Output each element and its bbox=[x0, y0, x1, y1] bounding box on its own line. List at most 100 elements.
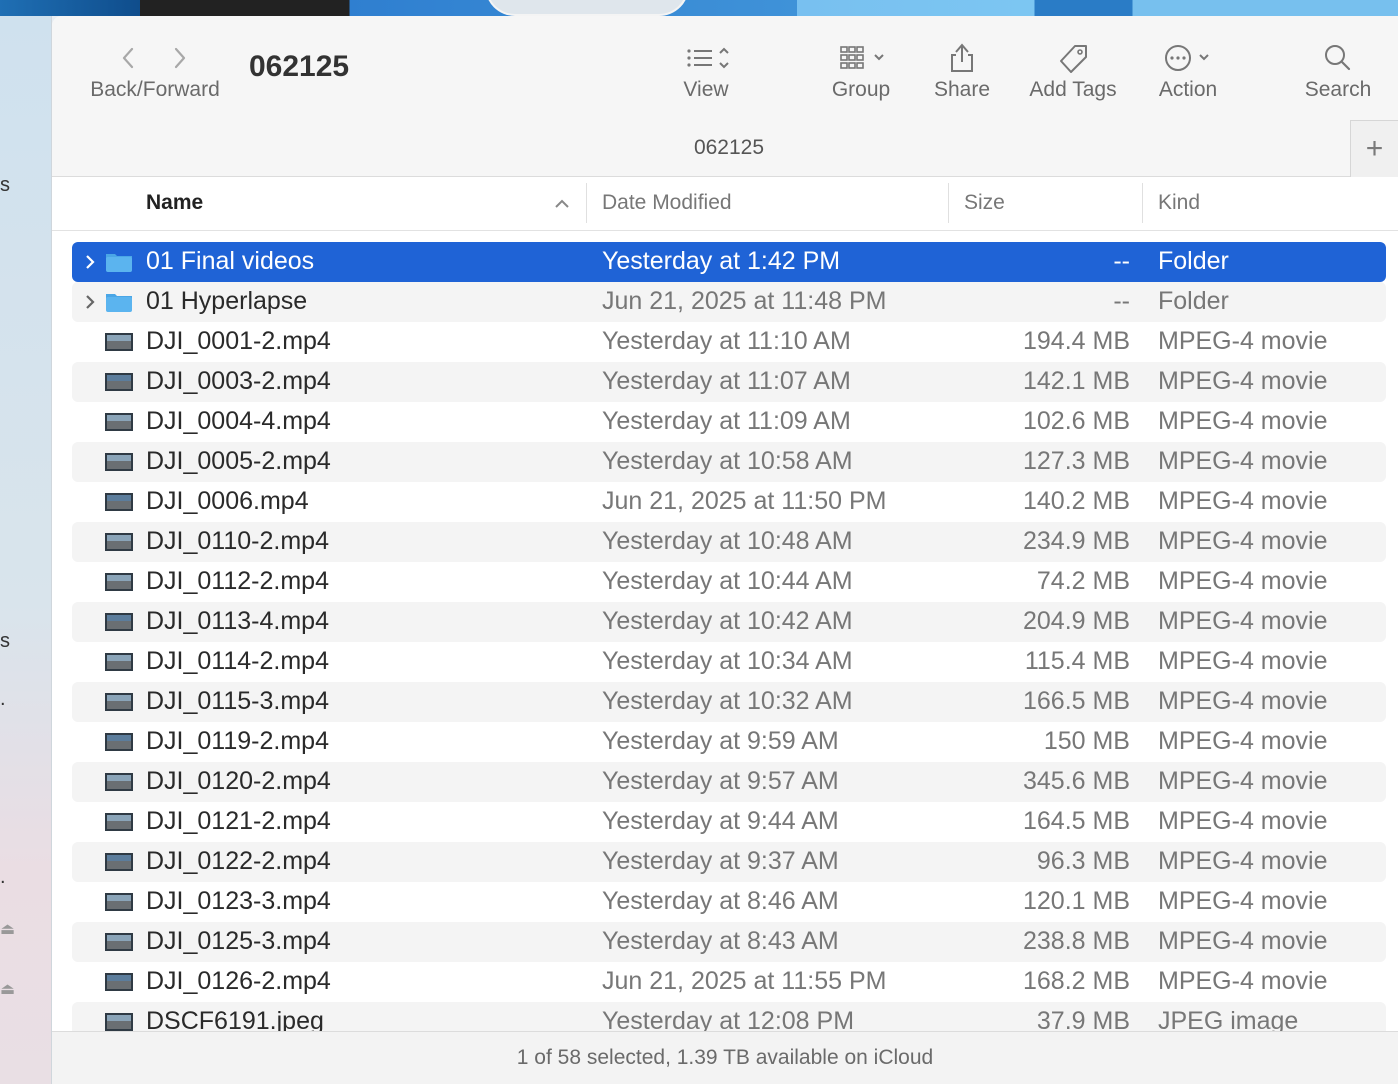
file-row[interactable]: DJI_0113-4.mp4 Yesterday at 10:42 AM 204.9… bbox=[72, 602, 1386, 642]
file-kind: MPEG-4 movie bbox=[1158, 447, 1328, 475]
column-header-date-modified[interactable]: Date Modified bbox=[602, 191, 732, 215]
file-row[interactable]: DJI_0003-2.mp4 Yesterday at 11:07 AM 142.1… bbox=[72, 362, 1386, 402]
file-kind: MPEG-4 movie bbox=[1158, 807, 1328, 835]
folder-row[interactable]: 01 Final videos Yesterday at 1:42 PM -- Fol… bbox=[72, 242, 1386, 282]
sidebar: s s . . ⏏ ⏏ bbox=[0, 16, 52, 1084]
file-name: DJI_0001-2.mp4 bbox=[146, 327, 331, 355]
video-thumbnail-icon bbox=[105, 333, 133, 351]
file-row[interactable]: DJI_0110-2.mp4 Yesterday at 10:48 AM 234.9… bbox=[72, 522, 1386, 562]
file-row[interactable]: DJI_0005-2.mp4 Yesterday at 10:58 AM 127.3… bbox=[72, 442, 1386, 482]
share-button[interactable]: Share bbox=[922, 38, 1002, 102]
file-size: 204.9 MB bbox=[1022, 607, 1130, 635]
column-divider[interactable] bbox=[1142, 183, 1143, 223]
sort-ascending-icon[interactable] bbox=[554, 197, 570, 209]
file-kind: MPEG-4 movie bbox=[1158, 367, 1328, 395]
file-row[interactable]: DJI_0122-2.mp4 Yesterday at 9:37 AM 96.3 M… bbox=[72, 842, 1386, 882]
add-tags-button[interactable]: Add Tags bbox=[1020, 38, 1126, 102]
file-date-modified: Yesterday at 10:34 AM bbox=[602, 647, 853, 675]
file-row[interactable]: DJI_0004-4.mp4 Yesterday at 11:09 AM 102.6… bbox=[72, 402, 1386, 442]
file-kind: MPEG-4 movie bbox=[1158, 727, 1328, 755]
file-row[interactable]: DJI_0112-2.mp4 Yesterday at 10:44 AM 74.2 … bbox=[72, 562, 1386, 602]
file-row[interactable]: DJI_0126-2.mp4 Jun 21, 2025 at 11:55 PM 16… bbox=[72, 962, 1386, 1002]
chevron-back-forward-icon bbox=[122, 47, 186, 69]
file-kind: Folder bbox=[1158, 287, 1229, 315]
file-date-modified: Yesterday at 9:57 AM bbox=[602, 767, 839, 795]
file-date-modified: Yesterday at 10:32 AM bbox=[602, 687, 853, 715]
folder-row[interactable]: 01 Hyperlapse Jun 21, 2025 at 11:48 PM -- F… bbox=[72, 282, 1386, 322]
file-kind: MPEG-4 movie bbox=[1158, 847, 1328, 875]
folder-icon bbox=[106, 294, 132, 312]
file-date-modified: Yesterday at 10:58 AM bbox=[602, 447, 853, 475]
file-row[interactable]: DJI_0006.mp4 Jun 21, 2025 at 11:50 PM 140.… bbox=[72, 482, 1386, 522]
back-forward-label: Back/Forward bbox=[90, 78, 220, 101]
file-name: DJI_0120-2.mp4 bbox=[146, 767, 331, 795]
file-name: DJI_0004-4.mp4 bbox=[146, 407, 331, 435]
file-row[interactable]: DJI_0119-2.mp4 Yesterday at 9:59 AM 150 MB… bbox=[72, 722, 1386, 762]
column-header: Name Date Modified Size Kind bbox=[52, 177, 1398, 231]
share-icon bbox=[951, 43, 973, 72]
group-grid-icon bbox=[840, 46, 884, 69]
file-name: DJI_0115-3.mp4 bbox=[146, 687, 329, 715]
file-row[interactable]: DJI_0115-3.mp4 Yesterday at 10:32 AM 166.5… bbox=[72, 682, 1386, 722]
file-size: 96.3 MB bbox=[1036, 847, 1130, 875]
action-button[interactable]: Action bbox=[1148, 38, 1228, 102]
eject-icon[interactable]: ⏏ bbox=[0, 979, 15, 999]
file-date-modified: Yesterday at 11:09 AM bbox=[602, 407, 851, 435]
file-size: 168.2 MB bbox=[1022, 967, 1130, 995]
file-size: 127.3 MB bbox=[1022, 447, 1130, 475]
file-date-modified: Yesterday at 11:10 AM bbox=[602, 327, 851, 355]
file-row[interactable]: DJI_0114-2.mp4 Yesterday at 10:34 AM 115.4… bbox=[72, 642, 1386, 682]
video-thumbnail-icon bbox=[105, 413, 133, 431]
file-date-modified: Yesterday at 10:48 AM bbox=[602, 527, 853, 555]
file-name: DJI_0005-2.mp4 bbox=[146, 447, 331, 475]
finder-window: Back/Forward 062125 View Group Share Add… bbox=[52, 16, 1398, 1084]
column-header-size[interactable]: Size bbox=[964, 191, 1005, 215]
list-view-icon bbox=[687, 47, 729, 69]
file-date-modified: Yesterday at 10:42 AM bbox=[602, 607, 853, 635]
video-thumbnail-icon bbox=[105, 853, 133, 871]
file-name: DJI_0114-2.mp4 bbox=[146, 647, 329, 675]
back-forward-button[interactable]: Back/Forward bbox=[80, 38, 230, 102]
new-tab-button[interactable]: + bbox=[1350, 120, 1398, 177]
column-header-name[interactable]: Name bbox=[146, 191, 203, 215]
disclosure-chevron-icon[interactable] bbox=[80, 291, 100, 313]
file-date-modified: Yesterday at 10:44 AM bbox=[602, 567, 853, 595]
search-button[interactable]: Search bbox=[1298, 38, 1378, 102]
view-button[interactable]: View bbox=[666, 38, 746, 102]
file-date-modified: Jun 21, 2025 at 11:55 PM bbox=[602, 967, 887, 995]
video-thumbnail-icon bbox=[105, 813, 133, 831]
file-size: 150 MB bbox=[1043, 727, 1130, 755]
file-size: 120.1 MB bbox=[1022, 887, 1130, 915]
file-name: DJI_0119-2.mp4 bbox=[146, 727, 329, 755]
desktop-background bbox=[0, 0, 1398, 16]
folder-icon bbox=[106, 254, 132, 272]
file-row[interactable]: DJI_0121-2.mp4 Yesterday at 9:44 AM 164.5 … bbox=[72, 802, 1386, 842]
file-size: 194.4 MB bbox=[1022, 327, 1130, 355]
search-icon bbox=[1325, 45, 1351, 71]
file-size: 166.5 MB bbox=[1022, 687, 1130, 715]
file-row[interactable]: DJI_0120-2.mp4 Yesterday at 9:57 AM 345.6 … bbox=[72, 762, 1386, 802]
file-size: 140.2 MB bbox=[1022, 487, 1130, 515]
column-divider[interactable] bbox=[586, 183, 587, 223]
file-kind: MPEG-4 movie bbox=[1158, 327, 1328, 355]
action-label: Action bbox=[1158, 78, 1218, 101]
video-thumbnail-icon bbox=[105, 693, 133, 711]
toolbar: Back/Forward 062125 View Group Share Add… bbox=[52, 16, 1398, 177]
file-name: 01 Hyperlapse bbox=[146, 287, 308, 315]
video-thumbnail-icon bbox=[105, 933, 133, 951]
view-label: View bbox=[683, 78, 729, 101]
column-divider[interactable] bbox=[948, 183, 949, 223]
file-row[interactable]: DJI_0001-2.mp4 Yesterday at 11:10 AM 194.4… bbox=[72, 322, 1386, 362]
file-kind: MPEG-4 movie bbox=[1158, 487, 1328, 515]
disclosure-chevron-icon[interactable] bbox=[80, 251, 100, 273]
column-header-kind[interactable]: Kind bbox=[1158, 191, 1200, 215]
eject-icon[interactable]: ⏏ bbox=[0, 919, 15, 939]
file-row[interactable]: DJI_0125-3.mp4 Yesterday at 8:43 AM 238.8 … bbox=[72, 922, 1386, 962]
file-row[interactable]: DJI_0123-3.mp4 Yesterday at 8:46 AM 120.1 … bbox=[72, 882, 1386, 922]
file-name: DJI_0110-2.mp4 bbox=[146, 527, 329, 555]
sidebar-fragment: s bbox=[0, 174, 10, 196]
file-kind: Folder bbox=[1158, 247, 1229, 275]
file-size: -- bbox=[1113, 287, 1130, 315]
group-button[interactable]: Group bbox=[821, 38, 901, 102]
share-label: Share bbox=[933, 78, 991, 101]
